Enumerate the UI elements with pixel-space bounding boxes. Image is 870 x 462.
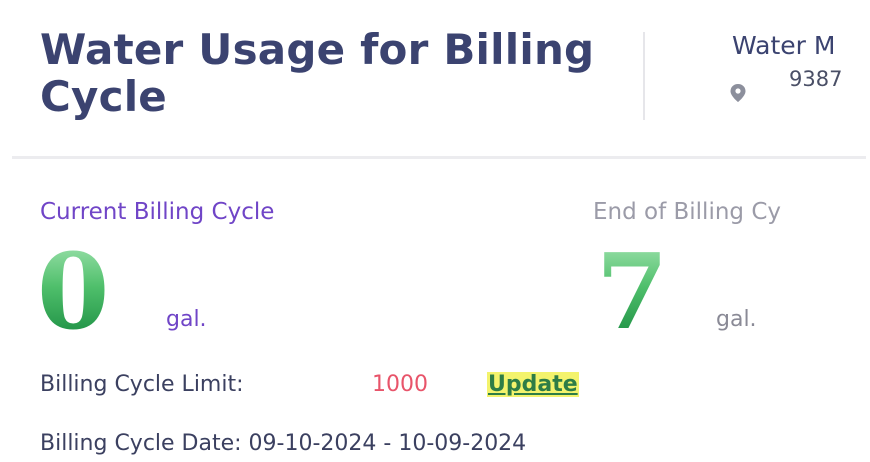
map-pin-icon: [730, 84, 746, 102]
update-limit-link[interactable]: Update: [487, 372, 579, 397]
meter-number: 9387: [789, 67, 843, 91]
billing-limit-label: Billing Cycle Limit:: [40, 372, 244, 397]
current-cycle-value: 0: [37, 230, 110, 353]
end-cycle-unit: gal.: [716, 307, 757, 332]
meter-name: Water M: [732, 31, 836, 60]
end-cycle-value: 7: [596, 230, 669, 353]
current-cycle-label: Current Billing Cycle: [40, 199, 275, 225]
end-cycle-label: End of Billing Cy: [593, 199, 781, 225]
section-divider: [12, 156, 866, 159]
page-title: Water Usage for Billing Cycle: [40, 25, 595, 121]
billing-limit-value: 1000: [372, 372, 428, 397]
current-cycle-unit: gal.: [166, 307, 207, 332]
right-edge-clip: [866, 0, 870, 462]
billing-cycle-date: Billing Cycle Date: 09-10-2024 - 10-09-2…: [40, 431, 527, 456]
header-divider: [643, 32, 645, 120]
